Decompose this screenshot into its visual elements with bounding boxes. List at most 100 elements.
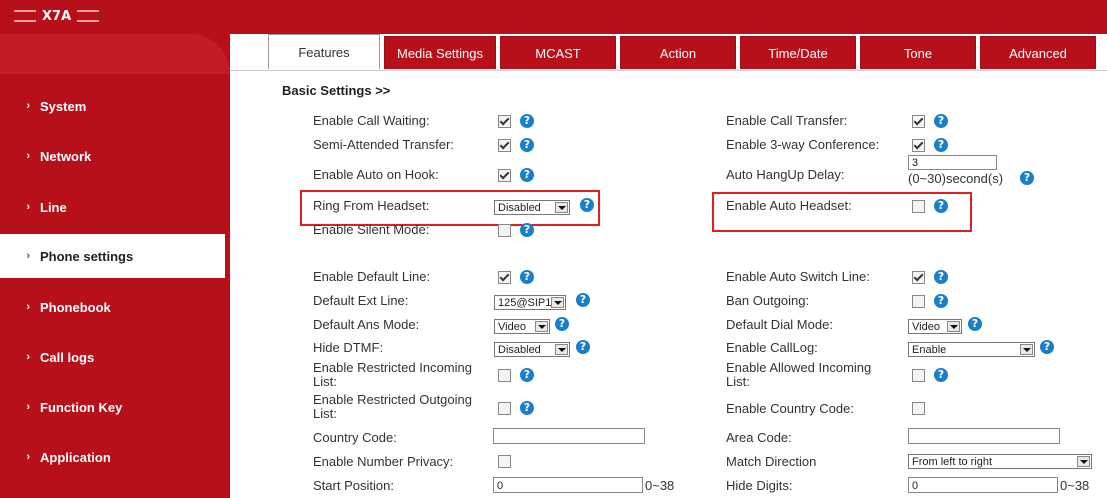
three-way-label: Enable 3-way Conference:: [726, 137, 880, 152]
sidebar-item-phonebook[interactable]: › Phonebook: [0, 285, 225, 329]
area-code-input[interactable]: [908, 428, 1060, 444]
help-icon[interactable]: ?: [520, 114, 534, 128]
sidebar-item-phone-settings[interactable]: › Phone settings: [0, 234, 225, 278]
help-icon[interactable]: ?: [934, 368, 948, 382]
tab-time-date[interactable]: Time/Date: [740, 36, 856, 69]
sidebar-item-label: Phone settings: [40, 248, 134, 264]
silent-mode-checkbox[interactable]: [498, 224, 511, 237]
sidebar-item-label: Line: [40, 199, 67, 215]
dial-mode-label: Default Dial Mode:: [726, 317, 833, 332]
ring-headset-label: Ring From Headset:: [313, 198, 430, 213]
sidebar-item-label: Function Key: [40, 399, 123, 415]
dropdown-arrow-icon: [535, 321, 548, 332]
dropdown-arrow-icon: [1077, 456, 1090, 467]
auto-switch-label: Enable Auto Switch Line:: [726, 269, 870, 284]
country-code-enable-checkbox[interactable]: [912, 402, 925, 415]
hide-digits-input[interactable]: 0: [908, 477, 1058, 493]
sidebar-item-application[interactable]: › Application: [0, 435, 225, 479]
default-ext-select[interactable]: 125@SIP1: [494, 295, 566, 310]
country-code-label: Country Code:: [313, 430, 397, 445]
number-privacy-checkbox[interactable]: [498, 455, 511, 468]
sidebar-item-call-logs[interactable]: › Call logs: [0, 335, 225, 379]
help-icon[interactable]: ?: [934, 294, 948, 308]
dropdown-arrow-icon: [555, 202, 568, 213]
hangup-delay-input[interactable]: 3: [908, 155, 997, 170]
help-icon[interactable]: ?: [576, 340, 590, 354]
help-icon[interactable]: ?: [1040, 340, 1054, 354]
tab-advanced[interactable]: Advanced: [980, 36, 1096, 69]
call-transfer-label: Enable Call Transfer:: [726, 113, 848, 128]
sidebar-item-network[interactable]: › Network: [0, 134, 225, 178]
default-ext-label: Default Ext Line:: [313, 293, 409, 308]
sidebar-item-system[interactable]: › System: [0, 84, 225, 128]
sidebar-item-function-key[interactable]: › Function Key: [0, 385, 225, 429]
dial-mode-select[interactable]: Video: [908, 319, 962, 334]
restricted-in-checkbox[interactable]: [498, 369, 511, 382]
help-icon[interactable]: ?: [1020, 171, 1034, 185]
tab-action[interactable]: Action: [620, 36, 736, 69]
restricted-out-label: Enable Restricted Outgoing List:: [313, 392, 472, 421]
restricted-in-label: Enable Restricted Incoming List:: [313, 360, 472, 389]
chevron-right-icon: ›: [26, 301, 30, 313]
auto-switch-checkbox[interactable]: [912, 271, 925, 284]
sidebar-item-label: Application: [40, 449, 111, 465]
chevron-right-icon: ›: [26, 451, 30, 463]
help-icon[interactable]: ?: [934, 270, 948, 284]
help-icon[interactable]: ?: [520, 270, 534, 284]
help-icon[interactable]: ?: [520, 223, 534, 237]
area-code-label: Area Code:: [726, 430, 792, 445]
help-icon[interactable]: ?: [934, 114, 948, 128]
match-direction-select[interactable]: From left to right: [908, 454, 1092, 469]
help-icon[interactable]: ?: [934, 199, 948, 213]
start-position-range: 0~38: [645, 478, 675, 493]
three-way-checkbox[interactable]: [912, 139, 925, 152]
hangup-delay-range: (0~30)second(s): [908, 171, 1004, 186]
auto-headset-checkbox[interactable]: [912, 200, 925, 213]
help-icon[interactable]: ?: [520, 168, 534, 182]
logo-bars-icon: [77, 10, 100, 22]
logo: X7A: [8, 6, 105, 26]
chevron-right-icon: ›: [26, 351, 30, 363]
auto-on-hook-checkbox[interactable]: [498, 169, 511, 182]
chevron-right-icon: ›: [26, 250, 30, 262]
chevron-right-icon: ›: [26, 100, 30, 112]
help-icon[interactable]: ?: [934, 138, 948, 152]
hide-dtmf-value: Disabled: [498, 344, 541, 356]
default-line-checkbox[interactable]: [498, 271, 511, 284]
calllog-value: Enable: [912, 344, 947, 356]
semi-transfer-checkbox[interactable]: [498, 139, 511, 152]
help-icon[interactable]: ?: [520, 401, 534, 415]
ban-outgoing-checkbox[interactable]: [912, 295, 925, 308]
chevron-right-icon: ›: [26, 401, 30, 413]
help-icon[interactable]: ?: [555, 317, 569, 331]
tab-bar: Features Media Settings MCAST Action Tim…: [268, 34, 1096, 70]
dropdown-arrow-icon: [947, 321, 960, 332]
calllog-select[interactable]: Enable: [908, 342, 1035, 357]
dropdown-arrow-icon: [551, 297, 564, 308]
tab-mcast[interactable]: MCAST: [500, 36, 616, 69]
restricted-out-checkbox[interactable]: [498, 402, 511, 415]
ring-headset-select[interactable]: Disabled: [494, 200, 570, 215]
tab-features[interactable]: Features: [268, 34, 380, 69]
call-waiting-label: Enable Call Waiting:: [313, 113, 430, 128]
help-icon[interactable]: ?: [580, 198, 594, 212]
ban-outgoing-label: Ban Outgoing:: [726, 293, 810, 308]
default-ans-select[interactable]: Video: [494, 319, 550, 334]
tab-tone[interactable]: Tone: [860, 36, 976, 69]
help-icon[interactable]: ?: [520, 138, 534, 152]
help-icon[interactable]: ?: [520, 368, 534, 382]
country-code-input[interactable]: [493, 428, 645, 444]
call-transfer-checkbox[interactable]: [912, 115, 925, 128]
allowed-in-label: Enable Allowed Incoming List:: [726, 360, 872, 389]
start-position-input[interactable]: 0: [493, 477, 643, 493]
help-icon[interactable]: ?: [968, 317, 982, 331]
tab-media-settings[interactable]: Media Settings: [384, 36, 496, 69]
hide-digits-label: Hide Digits:: [726, 478, 793, 493]
ring-headset-value: Disabled: [498, 202, 541, 214]
help-icon[interactable]: ?: [576, 293, 590, 307]
hide-dtmf-select[interactable]: Disabled: [494, 342, 570, 357]
allowed-in-checkbox[interactable]: [912, 369, 925, 382]
call-waiting-checkbox[interactable]: [498, 115, 511, 128]
sidebar-item-line[interactable]: › Line: [0, 185, 225, 229]
default-ans-label: Default Ans Mode:: [313, 317, 420, 332]
